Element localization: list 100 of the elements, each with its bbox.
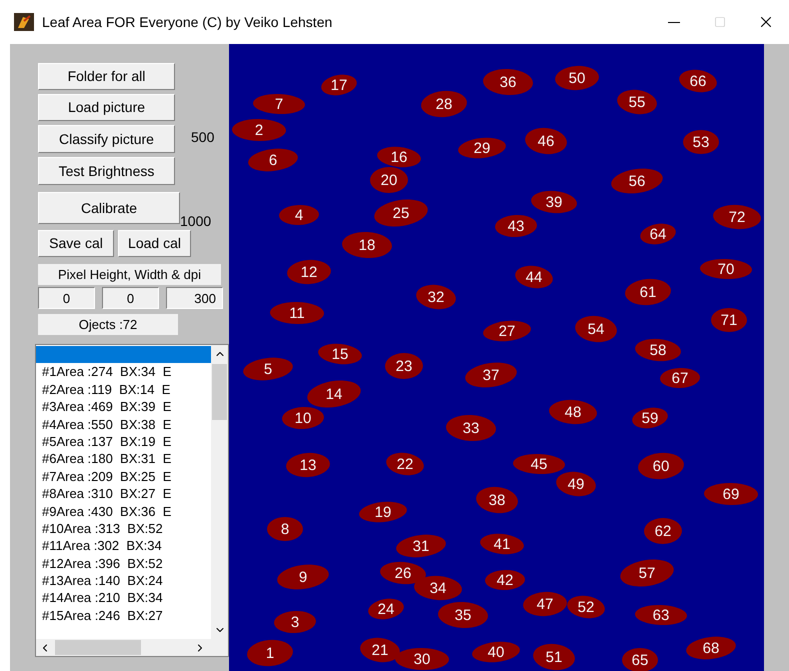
leaf-shape [575, 316, 617, 342]
leaf-shape [421, 90, 467, 118]
list-item[interactable]: #10Area :313 BX:52 [36, 520, 211, 538]
leaf-number: 63 [652, 607, 670, 624]
leaf-number: 35 [454, 607, 472, 624]
leaf-shape [374, 200, 428, 226]
leaf-shape [446, 414, 496, 442]
objects-count: Ojects :72 [38, 314, 178, 335]
leaf-number: 18 [358, 237, 376, 254]
leaf-shape [370, 167, 408, 193]
list-item[interactable]: #14Area :210 BX:34 [36, 589, 211, 607]
leaf-number: 32 [428, 289, 444, 306]
leaf-shape [458, 138, 506, 158]
classify-button[interactable]: Classify picture [38, 125, 175, 153]
leaf-shape [533, 644, 575, 670]
leaf-number: 48 [564, 404, 582, 421]
list-item[interactable] [36, 346, 211, 364]
leaf-number: 45 [530, 456, 548, 473]
leaf-shape [679, 70, 717, 92]
leaf-number: 10 [294, 410, 312, 427]
list-item[interactable]: #6Area :180 BX:31 E [36, 450, 211, 468]
leaf-shape [342, 232, 392, 258]
leaf-number: 7 [274, 96, 284, 113]
vertical-scrollbar[interactable] [211, 345, 228, 639]
leaf-number: 65 [632, 652, 648, 669]
leaf-number: 40 [488, 644, 504, 661]
folder-button[interactable]: Folder for all [38, 63, 175, 90]
leaf-shape [416, 284, 456, 310]
leaf-number: 4 [294, 207, 304, 224]
list-item[interactable]: #4Area :550 BX:38 E [36, 416, 211, 433]
list-item[interactable]: #12Area :396 BX:52 [36, 554, 211, 572]
leaf-shape [480, 534, 524, 554]
leaf-shape [713, 204, 761, 230]
leaf-number: 6 [268, 152, 278, 169]
leaf-shape [380, 562, 426, 584]
leaf-number: 53 [692, 134, 710, 151]
leaf-number: 56 [628, 173, 646, 190]
width-field[interactable]: 0 [102, 287, 159, 309]
leaf-shape [523, 592, 567, 616]
window-title: Leaf Area FOR Everyone (C) by Veiko Lehsten [42, 12, 332, 32]
list-item[interactable]: #13Area :140 BX:24 [36, 572, 211, 590]
save-cal-button[interactable]: Save cal [38, 230, 114, 257]
horizontal-scrollbar[interactable] [36, 639, 228, 656]
load-picture-button[interactable]: Load picture [38, 94, 175, 121]
leaf-number: 57 [638, 565, 656, 582]
leaf-number: 5 [264, 361, 272, 378]
leaf-shape [711, 308, 747, 332]
leaf-shape [395, 648, 449, 670]
leaf-shape [318, 344, 362, 364]
list-item[interactable]: #8Area :310 BX:27 E [36, 485, 211, 503]
leaf-number: 69 [722, 486, 740, 503]
leaf-number: 12 [300, 264, 318, 281]
leaf-number: 41 [494, 536, 510, 553]
leaf-number: 14 [326, 386, 342, 403]
leaf-number: 71 [720, 312, 738, 329]
scroll-thumb[interactable] [212, 364, 227, 420]
leaf-number: 55 [628, 94, 646, 111]
leaf-number: 60 [652, 458, 670, 475]
leaf-number: 23 [396, 358, 412, 375]
leaf-shape [640, 224, 676, 244]
height-field[interactable]: 0 [38, 287, 95, 309]
list-item[interactable]: #2Area :119 BX:14 E [36, 380, 211, 398]
list-item[interactable]: #15Area :246 BX:27 [36, 606, 211, 624]
leaf-shape [556, 472, 596, 496]
leaf-number: 62 [654, 523, 672, 540]
list-item[interactable]: #3Area :469 BX:39 E [36, 398, 211, 416]
leaf-shape [483, 68, 533, 96]
leaf-number: 68 [702, 640, 720, 657]
leaf-shape [270, 302, 324, 324]
leaf-shape [248, 148, 298, 172]
leaf-shape [611, 168, 663, 194]
calibrate-button[interactable]: Calibrate [38, 192, 180, 224]
leaf-shape [243, 358, 293, 380]
list-item[interactable]: #7Area :209 BX:25 E [36, 468, 211, 486]
scroll-thumb[interactable] [55, 640, 141, 655]
leaf-number: 46 [538, 133, 554, 150]
dpi-field[interactable]: 300 [166, 287, 223, 309]
leaf-number: 3 [290, 614, 300, 631]
leaf-number: 37 [482, 367, 500, 384]
leaf-shape [622, 648, 658, 671]
test-brightness-button[interactable]: Test Brightness [38, 157, 175, 185]
leaf-shape [525, 128, 567, 154]
leaf-number: 51 [546, 649, 562, 666]
list-item[interactable]: #1Area :274 BX:34 E [36, 363, 211, 381]
leaf-shape [282, 406, 324, 430]
leaf-shape [704, 483, 758, 505]
list-item[interactable]: #11Area :302 BX:34 [36, 537, 211, 555]
list-item[interactable]: #9Area :430 BX:36 E [36, 502, 211, 520]
leaf-shape [683, 130, 719, 154]
leaf-number: 61 [640, 284, 656, 301]
leaf-number: 70 [718, 261, 734, 278]
list-item[interactable]: #5Area :137 BX:19 E [36, 432, 211, 450]
leaf-shape [385, 353, 423, 379]
leaf-number: 66 [690, 73, 706, 90]
leaf-number: 26 [394, 565, 412, 582]
leaf-number: 9 [298, 569, 308, 586]
axis-label: 500 [191, 128, 214, 147]
leaf-number: 33 [462, 420, 480, 437]
load-cal-button[interactable]: Load cal [118, 230, 191, 257]
leaf-shape [555, 66, 599, 90]
